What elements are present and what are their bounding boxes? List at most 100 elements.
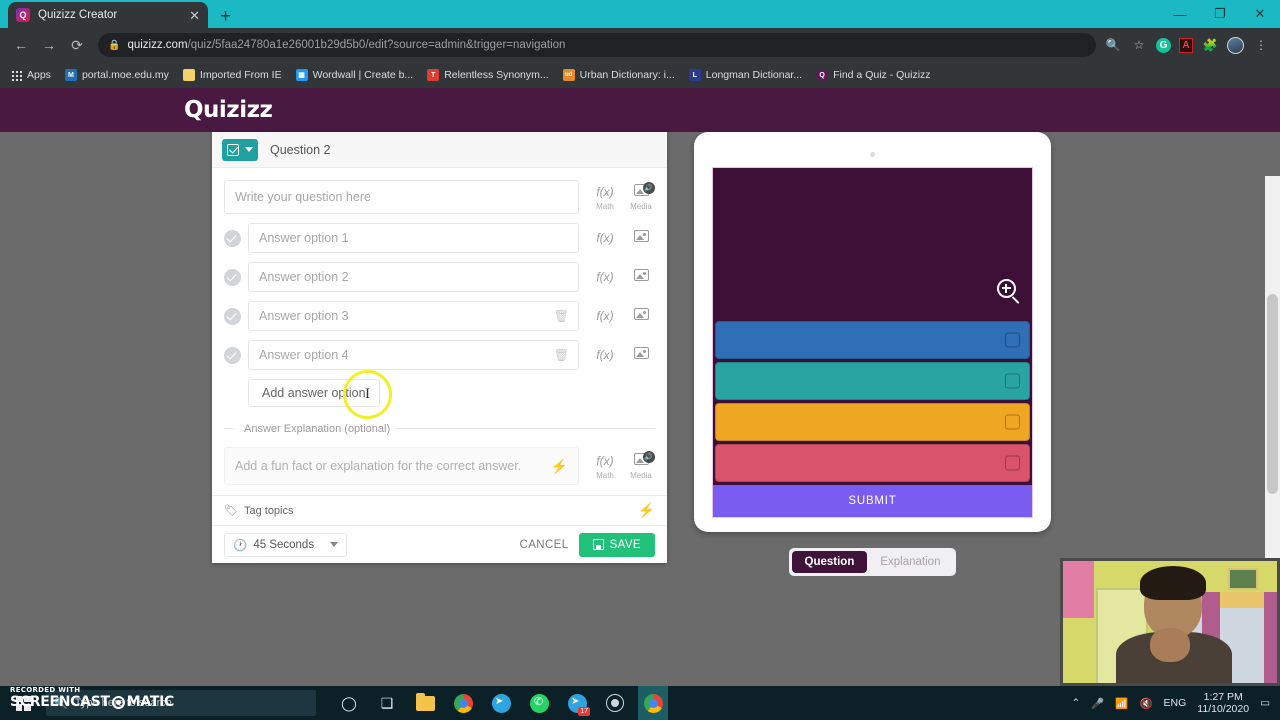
answer-checkbox-icon[interactable]: [1005, 332, 1020, 348]
bookmark-item[interactable]: ▦ Wordwall | Create b...: [295, 69, 413, 81]
clock-icon: 🕐: [233, 539, 248, 552]
math-tool[interactable]: f(x): [593, 346, 617, 364]
cortana-icon[interactable]: ◯: [334, 686, 364, 720]
bookmark-star-icon[interactable]: ☆: [1130, 36, 1148, 54]
chrome-active-icon[interactable]: [638, 686, 668, 720]
answer-checkbox-icon[interactable]: [1005, 455, 1020, 471]
quizizz-logo[interactable]: Quizizz: [184, 97, 273, 123]
url-host: quizizz.com: [127, 39, 188, 51]
bookmark-item[interactable]: M portal.moe.edu.my: [64, 69, 169, 81]
explanation-input[interactable]: Add a fun fact or explanation for the co…: [224, 447, 579, 485]
image-tool[interactable]: [629, 307, 653, 325]
close-icon[interactable]: ✕: [189, 9, 200, 22]
math-tool[interactable]: f(x) Math: [593, 183, 617, 211]
maximize-button[interactable]: ❐: [1200, 6, 1240, 22]
reload-button[interactable]: ⟳: [64, 32, 90, 58]
bookmark-item[interactable]: Imported From IE: [182, 69, 282, 81]
math-tool[interactable]: f(x): [593, 307, 617, 325]
preview-answer-2[interactable]: [715, 362, 1030, 400]
wifi-icon[interactable]: 📶: [1115, 697, 1128, 710]
moe-icon: M: [64, 69, 77, 81]
bookmark-item[interactable]: ud Urban Dictionary: i...: [562, 69, 675, 81]
question-type-button[interactable]: [222, 138, 258, 161]
screen-recorder-icon[interactable]: [600, 686, 630, 720]
back-button[interactable]: ←: [8, 32, 34, 58]
adobe-acrobat-extension-icon[interactable]: A: [1179, 37, 1193, 53]
cancel-button[interactable]: CANCEL: [520, 539, 569, 551]
image-tool[interactable]: [629, 268, 653, 286]
answer-option-input[interactable]: Answer option 3 🗑: [248, 301, 579, 331]
magnify-plus-icon[interactable]: [997, 279, 1016, 298]
preview-answer-4[interactable]: [715, 444, 1030, 482]
bookmark-item[interactable]: T Relentless Synonym...: [427, 69, 549, 81]
tray-chevron-icon[interactable]: ⌃: [1071, 697, 1080, 709]
answer-option-input[interactable]: Answer option 4 🗑: [248, 340, 579, 370]
lightning-bolt-icon[interactable]: ⚡: [551, 458, 568, 475]
answer-checkbox-icon[interactable]: [1005, 373, 1020, 389]
task-view-icon[interactable]: ❑: [372, 686, 402, 720]
media-tool[interactable]: 🔊 Media: [629, 182, 655, 211]
correct-answer-check-icon[interactable]: [224, 346, 241, 364]
math-tool[interactable]: f(x): [593, 268, 617, 286]
close-window-button[interactable]: ✕: [1240, 6, 1280, 22]
microphone-icon[interactable]: 🎤: [1091, 697, 1104, 710]
trash-icon[interactable]: 🗑: [554, 348, 569, 362]
editor-body: Write your question here f(x) Math 🔊 Med…: [212, 168, 667, 525]
save-button[interactable]: SAVE: [578, 532, 655, 557]
browser-tab[interactable]: Q Quizizz Creator ✕: [8, 2, 208, 28]
chrome-icon[interactable]: [448, 686, 478, 720]
longman-icon: L: [688, 69, 701, 81]
question-editor-card: Question 2 Write your question here f(x)…: [212, 132, 667, 563]
language-indicator[interactable]: ENG: [1164, 697, 1187, 709]
grammarly-extension-icon[interactable]: G: [1156, 37, 1171, 53]
bookmark-item[interactable]: Q Find a Quiz - Quizizz: [816, 69, 931, 81]
timer-value: 45 Seconds: [253, 538, 315, 551]
preview-answer-3[interactable]: [715, 403, 1030, 441]
image-icon: [633, 269, 649, 281]
question-row: Write your question here f(x) Math 🔊 Med…: [224, 180, 655, 214]
file-explorer-icon[interactable]: [410, 686, 440, 720]
image-tool[interactable]: [629, 229, 653, 247]
chevron-down-icon: [245, 147, 253, 152]
tab-question[interactable]: Question: [791, 551, 868, 573]
telegram-2-icon[interactable]: 17: [562, 686, 592, 720]
search-icon[interactable]: 🔍: [1104, 36, 1122, 54]
tab-explanation[interactable]: Explanation: [867, 551, 953, 573]
extensions-puzzle-icon[interactable]: 🧩: [1201, 36, 1219, 54]
notification-icon[interactable]: ▭: [1260, 697, 1270, 709]
answer-option-input[interactable]: Answer option 1: [248, 223, 579, 253]
chrome-menu-icon[interactable]: ⋮: [1252, 36, 1270, 54]
clock[interactable]: 1:27 PM 11/10/2020: [1197, 691, 1249, 715]
new-tab-button[interactable]: +: [220, 7, 231, 26]
telegram-icon[interactable]: [486, 686, 516, 720]
media-tool[interactable]: 🔊 Media: [629, 451, 655, 480]
bookmark-item[interactable]: L Longman Dictionar...: [688, 69, 802, 81]
answer-option-input[interactable]: Answer option 2: [248, 262, 579, 292]
tag-topics-row[interactable]: 🏷 Tag topics ⚡: [212, 495, 667, 525]
correct-answer-check-icon[interactable]: [224, 229, 241, 247]
minimize-button[interactable]: —: [1160, 7, 1200, 22]
browser-titlebar: Q Quizizz Creator ✕ + — ❐ ✕: [0, 0, 1280, 28]
preview-answer-1[interactable]: [715, 321, 1030, 359]
math-tool[interactable]: f(x): [593, 229, 617, 247]
math-tool[interactable]: f(x) Math: [593, 452, 617, 480]
submit-button[interactable]: SUBMIT: [713, 485, 1032, 517]
volume-muted-icon[interactable]: 🔇: [1139, 697, 1152, 710]
profile-avatar[interactable]: [1227, 36, 1244, 54]
preview-question-area: [713, 168, 1032, 318]
timer-dropdown[interactable]: 🕐 45 Seconds: [224, 532, 348, 557]
bookmark-apps[interactable]: Apps: [10, 69, 51, 81]
forward-button[interactable]: →: [36, 32, 62, 58]
correct-answer-check-icon[interactable]: [224, 307, 241, 325]
math-label: Math: [596, 202, 614, 211]
correct-answer-check-icon[interactable]: [224, 268, 241, 286]
lightning-bolt-icon[interactable]: ⚡: [638, 502, 655, 519]
address-bar[interactable]: 🔒 quizizz.com/quiz/5faa24780a1e26001b29d…: [98, 33, 1096, 57]
answer-checkbox-icon[interactable]: [1005, 414, 1020, 430]
question-input[interactable]: Write your question here: [224, 180, 579, 214]
scrollbar-thumb[interactable]: [1267, 294, 1278, 494]
add-answer-option-button[interactable]: Add answer option: [248, 379, 380, 407]
image-tool[interactable]: [629, 346, 653, 364]
trash-icon[interactable]: 🗑: [554, 309, 569, 323]
whatsapp-icon[interactable]: [524, 686, 554, 720]
